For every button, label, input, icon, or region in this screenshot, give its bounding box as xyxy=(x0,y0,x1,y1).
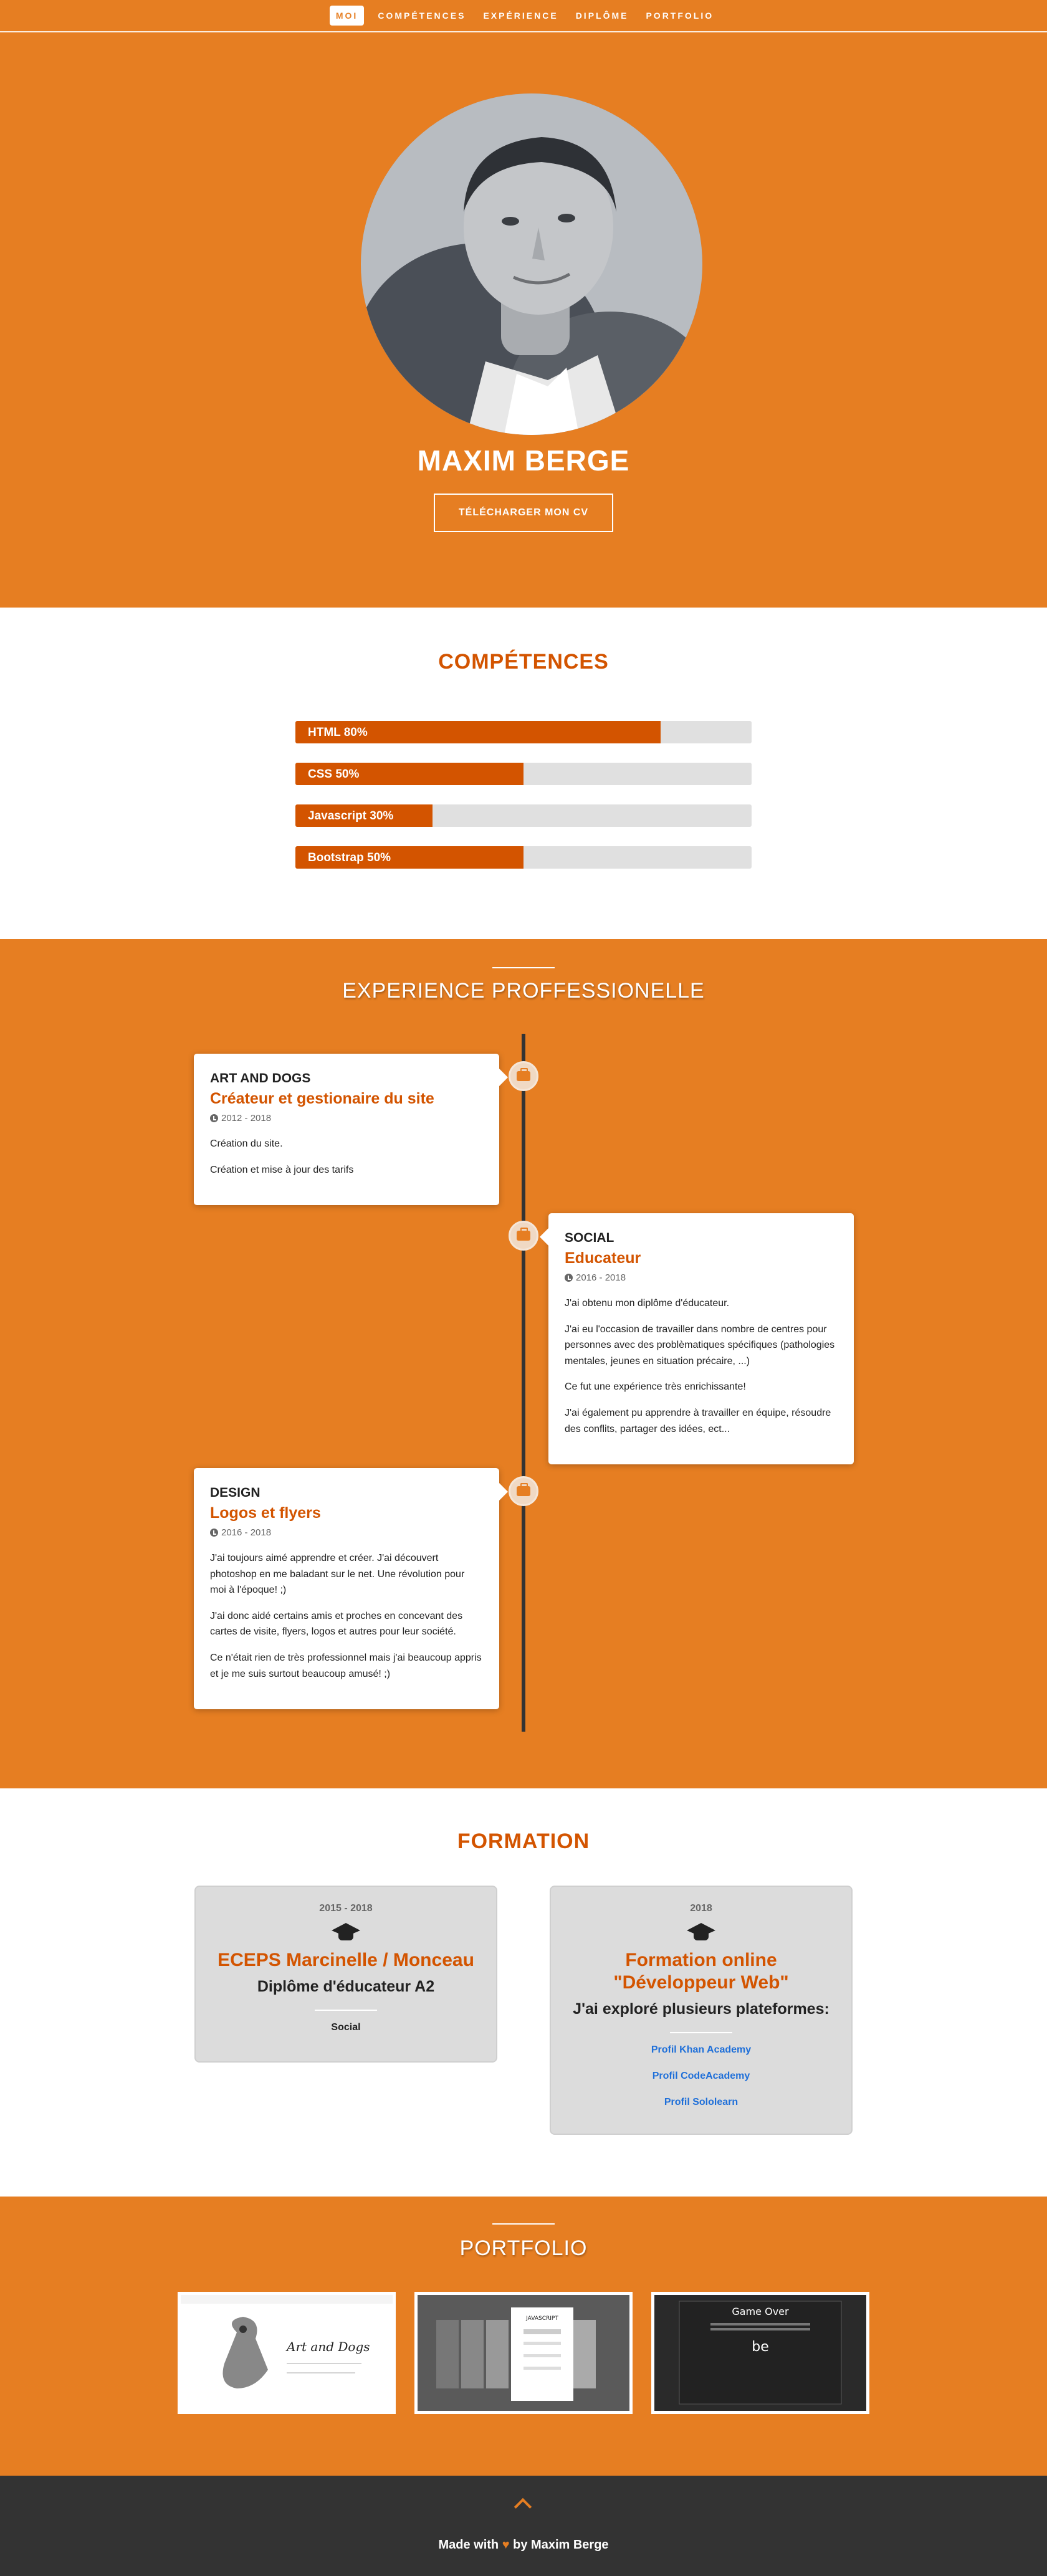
experience-paragraph: J'ai également pu apprendre à travailler… xyxy=(565,1407,831,1434)
footer-by: by Maxim Berge xyxy=(513,2538,609,2552)
experience-dates: 2016 - 2018 xyxy=(210,1527,483,1538)
footer-made-with: Made with xyxy=(438,2538,499,2552)
portfolio-thumb-game[interactable]: Game Over be xyxy=(651,2292,869,2414)
profile-link-khan-academy[interactable]: Profil Khan Academy xyxy=(551,2044,851,2056)
briefcase-icon xyxy=(509,1221,538,1251)
formation-card: 2018 Formation online "Développeur Web" … xyxy=(550,1886,853,2135)
skill-bar-javascript: Javascript 30% xyxy=(295,804,752,827)
timeline-line xyxy=(522,1034,525,1732)
footer: Made with ♥ by Maxim Berge xyxy=(0,2476,1047,2576)
formation-degree: J'ai exploré plusieurs plateformes: xyxy=(573,2000,829,2018)
experience-dates-text: 2016 - 2018 xyxy=(576,1272,626,1283)
experience-paragraph: Création du site. xyxy=(210,1138,283,1149)
section-divider xyxy=(492,967,555,968)
portfolio-thumb-javascript[interactable]: JAVASCRIPT xyxy=(414,2292,633,2414)
thumb-text: Game Over xyxy=(732,2306,789,2317)
download-cv-button[interactable]: TÉLÉCHARGER MON CV xyxy=(434,494,613,532)
profile-photo xyxy=(361,93,702,435)
briefcase-icon xyxy=(509,1061,538,1091)
briefcase-icon xyxy=(509,1476,538,1506)
skill-bar-label: Bootstrap 50% xyxy=(308,851,391,864)
experience-dates: 2016 - 2018 xyxy=(565,1272,838,1283)
thumb-text: be xyxy=(752,2339,769,2355)
formation-degree: Diplôme d'éducateur A2 xyxy=(257,1978,435,1995)
skill-bar-label: Javascript 30% xyxy=(308,809,394,823)
art-and-dogs-preview: Art and Dogs xyxy=(181,2295,393,2411)
experience-dates-text: 2012 - 2018 xyxy=(221,1113,272,1123)
experience-role: Educateur xyxy=(565,1249,641,1267)
scroll-top-chevron-icon[interactable] xyxy=(514,2497,532,2516)
nav-item-moi[interactable]: MOI xyxy=(329,6,365,26)
thumb-text: Art and Dogs xyxy=(285,2339,370,2354)
nav-item-experience[interactable]: EXPÉRIENCE xyxy=(479,6,562,26)
skills-title: COMPÉTENCES xyxy=(438,650,609,674)
footer-credit: Made with ♥ by Maxim Berge xyxy=(0,2538,1047,2552)
experience-paragraph: J'ai donc aidé certains amis et proches … xyxy=(210,1610,463,1638)
experience-paragraph: Ce n'était rien de très professionnel ma… xyxy=(210,1652,482,1679)
experience-company: DESIGN xyxy=(210,1486,261,1500)
section-divider xyxy=(492,2223,555,2225)
skill-bar-css: CSS 50% xyxy=(295,763,752,785)
formation-year: 2015 - 2018 xyxy=(319,1903,373,1914)
experience-section: EXPERIENCE PROFFESSIONELLE ART AND DOGS … xyxy=(0,939,1047,1788)
heart-icon: ♥ xyxy=(502,2538,510,2552)
experience-paragraph: J'ai toujours aimé apprendre et créer. J… xyxy=(210,1553,465,1596)
experience-card: SOCIAL Educateur 2016 - 2018 J'ai obtenu… xyxy=(540,1213,854,1465)
clock-icon xyxy=(565,1274,573,1282)
top-nav: MOI COMPÉTENCES EXPÉRIENCE DIPLÔME PORTF… xyxy=(0,0,1047,32)
experience-role: Logos et flyers xyxy=(210,1504,321,1522)
experience-role: Créateur et gestionaire du site xyxy=(210,1090,434,1107)
profile-photo-illustration xyxy=(361,93,702,435)
experience-dates-text: 2016 - 2018 xyxy=(221,1527,272,1538)
profile-link-sololearn[interactable]: Profil Sololearn xyxy=(551,2097,851,2108)
formation-school: Formation online "Développeur Web" xyxy=(613,1950,789,1993)
thumb-text: JAVASCRIPT xyxy=(525,2316,558,2322)
nav-item-portfolio[interactable]: PORTFOLIO xyxy=(642,6,717,26)
clock-icon xyxy=(210,1114,218,1122)
formation-card: 2015 - 2018 ECEPS Marcinelle / Monceau D… xyxy=(194,1886,497,2063)
experience-company: ART AND DOGS xyxy=(210,1071,311,1085)
nav-item-diplome[interactable]: DIPLÔME xyxy=(572,6,633,26)
hero-name: MAXIM BERGE xyxy=(417,444,630,477)
formation-section: FORMATION 2015 - 2018 ECEPS Marcinelle /… xyxy=(0,1788,1047,2197)
skills-section: COMPÉTENCES HTML 80% CSS 50% Javascript … xyxy=(0,608,1047,939)
hero-section: MAXIM BERGE TÉLÉCHARGER MON CV xyxy=(0,34,1047,607)
portfolio-title: PORTFOLIO xyxy=(459,2236,588,2260)
experience-card: ART AND DOGS Créateur et gestionaire du … xyxy=(194,1054,508,1206)
experience-company: SOCIAL xyxy=(565,1231,614,1245)
skill-bar-bootstrap: Bootstrap 50% xyxy=(295,846,752,869)
experience-dates: 2012 - 2018 xyxy=(210,1113,483,1123)
formation-title: FORMATION xyxy=(457,1829,590,1853)
formation-divider xyxy=(670,2032,732,2033)
experience-card: DESIGN Logos et flyers 2016 - 2018 J'ai … xyxy=(194,1468,508,1710)
experience-paragraph: J'ai obtenu mon diplôme d'éducateur. xyxy=(565,1298,730,1309)
formation-tag: Social xyxy=(331,2022,361,2033)
experience-title: EXPERIENCE PROFFESSIONELLE xyxy=(342,979,705,1003)
experience-paragraph: Création et mise à jour des tarifs xyxy=(210,1164,354,1175)
skill-bar-label: HTML 80% xyxy=(308,726,368,739)
portfolio-section: PORTFOLIO Art and Dogs JAVASCRIPT Game O… xyxy=(0,2197,1047,2476)
formation-school: ECEPS Marcinelle / Monceau xyxy=(218,1950,474,1970)
skill-bar-html: HTML 80% xyxy=(295,721,752,743)
game-preview: Game Over be xyxy=(654,2295,866,2411)
formation-year: 2018 xyxy=(690,1903,712,1914)
graduation-cap-icon xyxy=(332,1923,360,1942)
clock-icon xyxy=(210,1529,218,1537)
portfolio-thumb-art-and-dogs[interactable]: Art and Dogs xyxy=(178,2292,396,2414)
experience-paragraph: Ce fut une expérience très enrichissante… xyxy=(565,1381,746,1393)
javascript-preview: JAVASCRIPT xyxy=(418,2295,629,2411)
skill-bar-label: CSS 50% xyxy=(308,768,360,781)
profile-link-codeacademy[interactable]: Profil CodeAcademy xyxy=(551,2071,851,2082)
experience-paragraph: J'ai eu l'occasion de travailler dans no… xyxy=(565,1324,835,1367)
formation-divider xyxy=(315,2010,377,2011)
nav-item-competences[interactable]: COMPÉTENCES xyxy=(374,6,469,26)
graduation-cap-icon xyxy=(687,1923,715,1942)
skill-bars: HTML 80% CSS 50% Javascript 30% Bootstra… xyxy=(295,721,752,888)
